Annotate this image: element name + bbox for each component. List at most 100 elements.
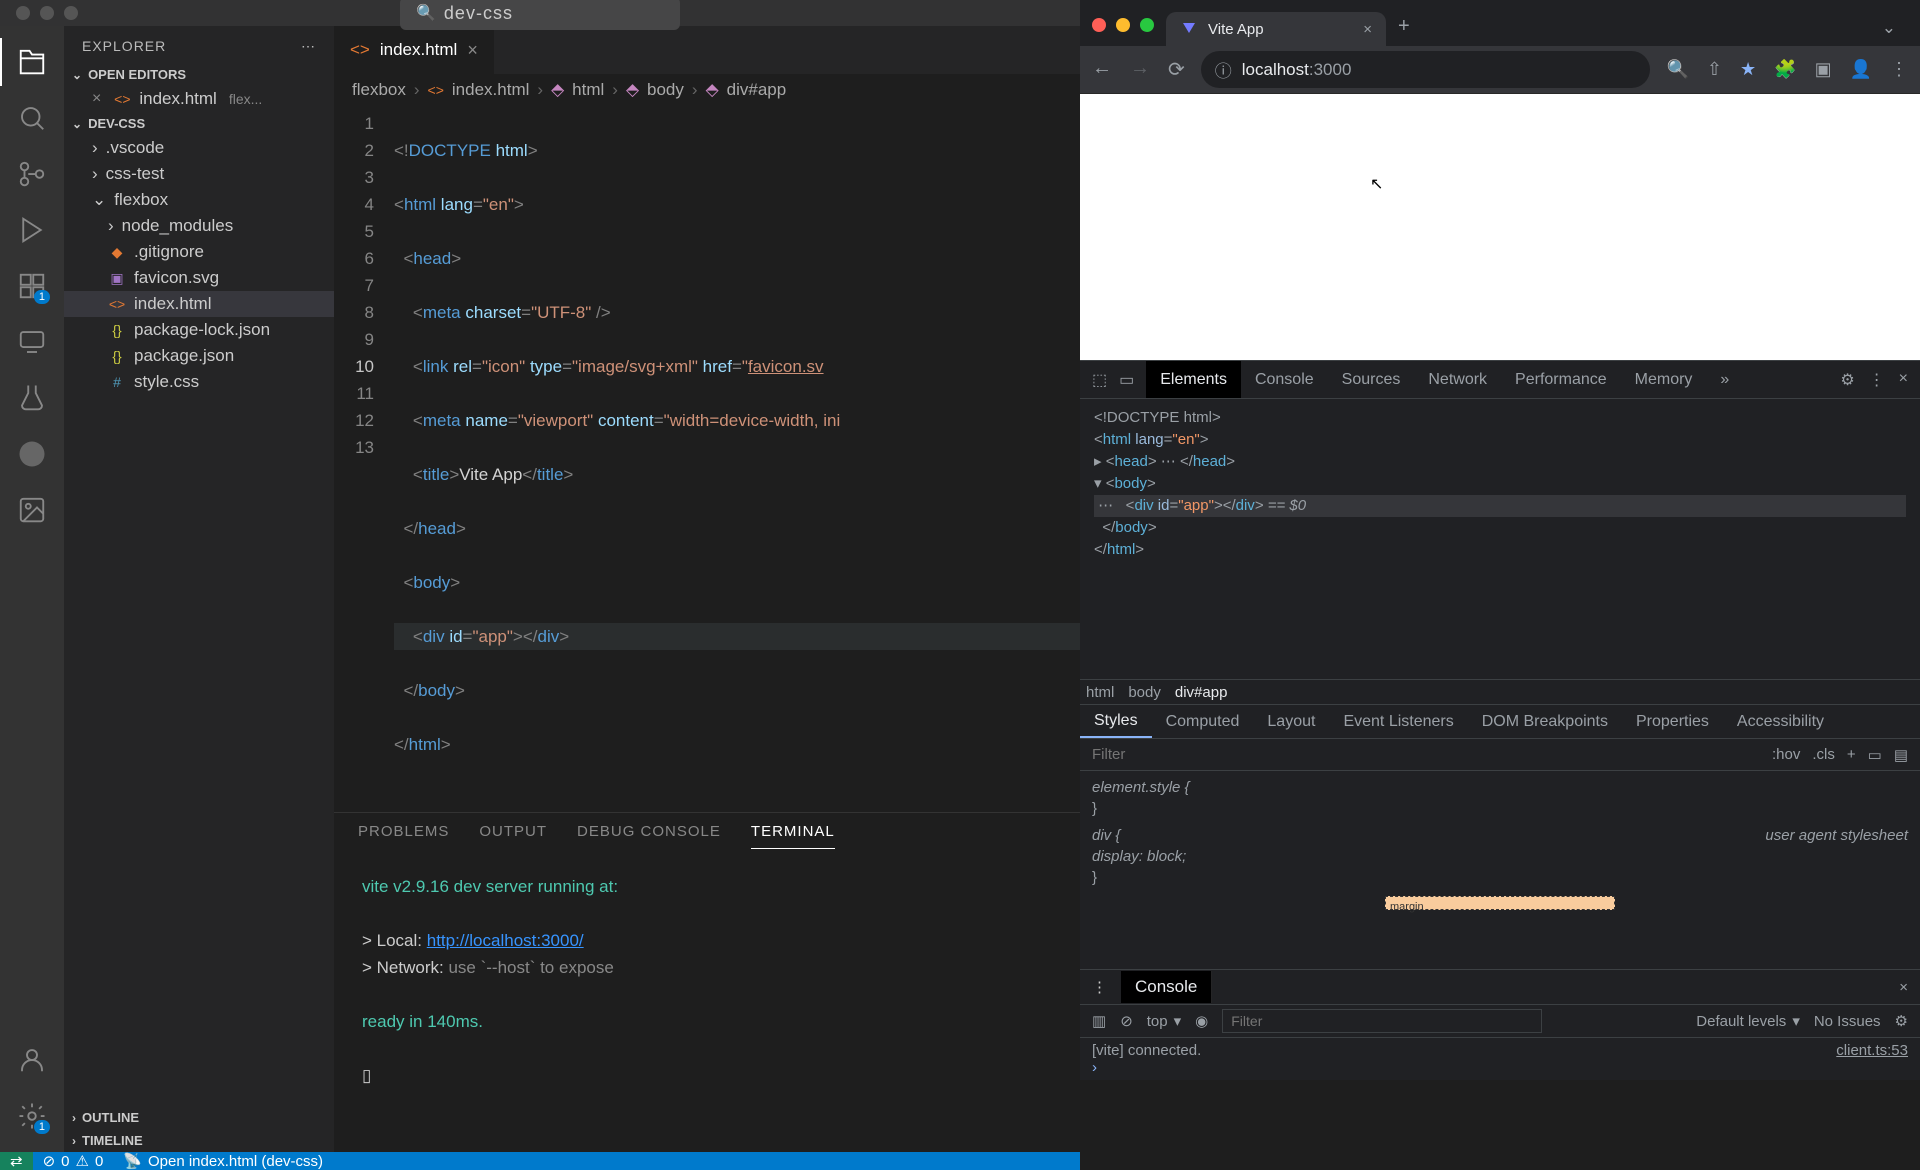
new-rule-icon[interactable]: + xyxy=(1847,746,1856,763)
computed-toggle-icon[interactable]: ▭ xyxy=(1868,746,1882,764)
close-icon[interactable]: × xyxy=(92,90,101,108)
file-favicon[interactable]: ▣favicon.svg xyxy=(64,265,334,291)
close-icon[interactable]: × xyxy=(1899,979,1908,996)
window-controls[interactable] xyxy=(16,6,78,20)
editor-tab[interactable]: <> index.html × xyxy=(334,26,495,74)
drawer-tab-console[interactable]: Console xyxy=(1121,971,1212,1003)
file-style-css[interactable]: #style.css xyxy=(64,369,334,395)
tab-accessibility[interactable]: Accessibility xyxy=(1723,705,1838,738)
folder-node-modules[interactable]: ›node_modules xyxy=(64,213,334,239)
more-icon[interactable]: ⋯ xyxy=(301,38,316,55)
image-icon[interactable] xyxy=(8,486,56,534)
outline-header[interactable]: ›OUTLINE xyxy=(64,1106,334,1129)
address-bar[interactable]: ⓘ localhost:3000 xyxy=(1201,51,1651,88)
folder-flexbox[interactable]: ⌄flexbox xyxy=(64,187,334,213)
tab-performance[interactable]: Performance xyxy=(1501,361,1621,398)
tab-console[interactable]: Console xyxy=(1241,361,1328,398)
testing-icon[interactable] xyxy=(8,374,56,422)
source-control-icon[interactable] xyxy=(8,150,56,198)
code-editor[interactable]: 12345678910111213 <!DOCTYPE html> <html … xyxy=(334,106,1080,812)
cls-toggle[interactable]: .cls xyxy=(1812,746,1835,763)
explorer-icon[interactable] xyxy=(8,38,56,86)
open-editor-item[interactable]: × <> index.html flex... xyxy=(64,86,334,112)
terminal[interactable]: vite v2.9.16 dev server running at: > Lo… xyxy=(334,849,1080,1152)
inspect-icon[interactable]: ⬚ xyxy=(1092,370,1107,390)
devtools-breadcrumb[interactable]: html body div#app xyxy=(1080,679,1920,705)
extensions-icon[interactable]: 1 xyxy=(8,262,56,310)
menu-icon[interactable]: ⋮ xyxy=(1890,59,1908,80)
code-content[interactable]: <!DOCTYPE html> <html lang="en"> <head> … xyxy=(394,110,1080,812)
tab-event-listeners[interactable]: Event Listeners xyxy=(1329,705,1467,738)
tab-styles[interactable]: Styles xyxy=(1080,705,1152,738)
window-controls[interactable] xyxy=(1092,18,1166,46)
sidepanel-icon[interactable]: ▣ xyxy=(1815,59,1832,80)
live-expression-icon[interactable]: ◉ xyxy=(1195,1012,1208,1030)
context-dropdown[interactable]: top ▾ xyxy=(1147,1012,1181,1030)
styles-pane[interactable]: element.style { } user agent stylesheetd… xyxy=(1080,771,1920,969)
forward-icon[interactable]: → xyxy=(1130,57,1150,82)
viewport[interactable]: ↖ xyxy=(1080,94,1920,360)
close-icon[interactable]: × xyxy=(467,40,478,61)
command-center[interactable]: 🔍 dev-css xyxy=(400,0,680,30)
tab-problems[interactable]: PROBLEMS xyxy=(358,823,449,849)
timeline-header[interactable]: ›TIMELINE xyxy=(64,1129,334,1152)
reload-icon[interactable]: ⟳ xyxy=(1168,57,1185,82)
tab-network[interactable]: Network xyxy=(1414,361,1501,398)
issues-badge[interactable]: No Issues xyxy=(1814,1013,1881,1030)
breadcrumb[interactable]: flexbox› <>index.html› ⬘html› ⬘body› ⬘di… xyxy=(334,74,1080,106)
bookmark-icon[interactable]: ★ xyxy=(1740,59,1756,80)
tab-layout[interactable]: Layout xyxy=(1253,705,1329,738)
share-icon[interactable]: ⇧ xyxy=(1707,59,1722,80)
hov-toggle[interactable]: :hov xyxy=(1772,746,1800,763)
sidebar-toggle-icon[interactable]: ▥ xyxy=(1092,1012,1106,1030)
tab-list-icon[interactable]: ⌄ xyxy=(1870,10,1908,46)
gear-icon[interactable]: ⚙ xyxy=(1895,1012,1908,1030)
live-server[interactable]: 📡Open index.html (dev-css) xyxy=(113,1152,333,1170)
clear-icon[interactable]: ⊘ xyxy=(1120,1012,1133,1030)
styles-filter-input[interactable] xyxy=(1092,746,1291,763)
console-body[interactable]: client.ts:53[vite] connected. › xyxy=(1080,1038,1920,1080)
settings-icon[interactable]: 1 xyxy=(8,1092,56,1140)
tab-properties[interactable]: Properties xyxy=(1622,705,1723,738)
info-icon[interactable]: ⓘ xyxy=(1215,57,1232,82)
search-activity-icon[interactable] xyxy=(8,94,56,142)
tab-terminal[interactable]: TERMINAL xyxy=(751,823,835,849)
errors-count[interactable]: ⊘0 ⚠0 xyxy=(33,1152,114,1170)
console-filter-input[interactable] xyxy=(1222,1009,1542,1033)
zoom-icon[interactable]: 🔍 xyxy=(1666,59,1688,80)
folder-css-test[interactable]: ›css-test xyxy=(64,161,334,187)
project-header[interactable]: ⌄DEV-CSS xyxy=(64,112,334,135)
file-index-html[interactable]: <>index.html xyxy=(64,291,334,317)
extensions-icon[interactable]: 🧩 xyxy=(1774,59,1796,80)
remote-indicator[interactable]: ⇄ xyxy=(0,1152,33,1170)
tab-debug-console[interactable]: DEBUG CONSOLE xyxy=(577,823,721,849)
file-package-json[interactable]: {}package.json xyxy=(64,343,334,369)
account-icon[interactable] xyxy=(8,1036,56,1084)
browser-tab[interactable]: Vite App × xyxy=(1166,12,1386,46)
remote-icon[interactable] xyxy=(8,318,56,366)
levels-dropdown[interactable]: Default levels ▾ xyxy=(1696,1012,1800,1030)
layout-toggle-icon[interactable]: ▤ xyxy=(1894,746,1908,764)
profile-icon[interactable]: 👤 xyxy=(1850,59,1872,80)
gear-icon[interactable]: ⚙ xyxy=(1840,370,1854,390)
kebab-icon[interactable]: ⋮ xyxy=(1092,978,1107,996)
tab-elements[interactable]: Elements xyxy=(1146,361,1241,398)
tab-output[interactable]: OUTPUT xyxy=(479,823,547,849)
close-icon[interactable]: × xyxy=(1363,21,1372,38)
tab-memory[interactable]: Memory xyxy=(1621,361,1707,398)
tab-computed[interactable]: Computed xyxy=(1152,705,1254,738)
file-package-lock[interactable]: {}package-lock.json xyxy=(64,317,334,343)
tab-dom-breakpoints[interactable]: DOM Breakpoints xyxy=(1468,705,1622,738)
back-icon[interactable]: ← xyxy=(1092,57,1112,82)
open-editors-header[interactable]: ⌄OPEN EDITORS xyxy=(64,63,334,86)
new-tab-button[interactable]: + xyxy=(1386,7,1422,46)
dom-tree[interactable]: <!DOCTYPE html> <html lang="en"> ▸ <head… xyxy=(1080,399,1920,679)
more-tabs-icon[interactable]: » xyxy=(1706,361,1743,398)
close-icon[interactable]: × xyxy=(1899,370,1908,390)
edge-icon[interactable] xyxy=(8,430,56,478)
run-debug-icon[interactable] xyxy=(8,206,56,254)
folder-vscode[interactable]: ›.vscode xyxy=(64,135,334,161)
file-gitignore[interactable]: ◆.gitignore xyxy=(64,239,334,265)
tab-sources[interactable]: Sources xyxy=(1328,361,1415,398)
box-model[interactable]: margin xyxy=(1385,896,1615,910)
